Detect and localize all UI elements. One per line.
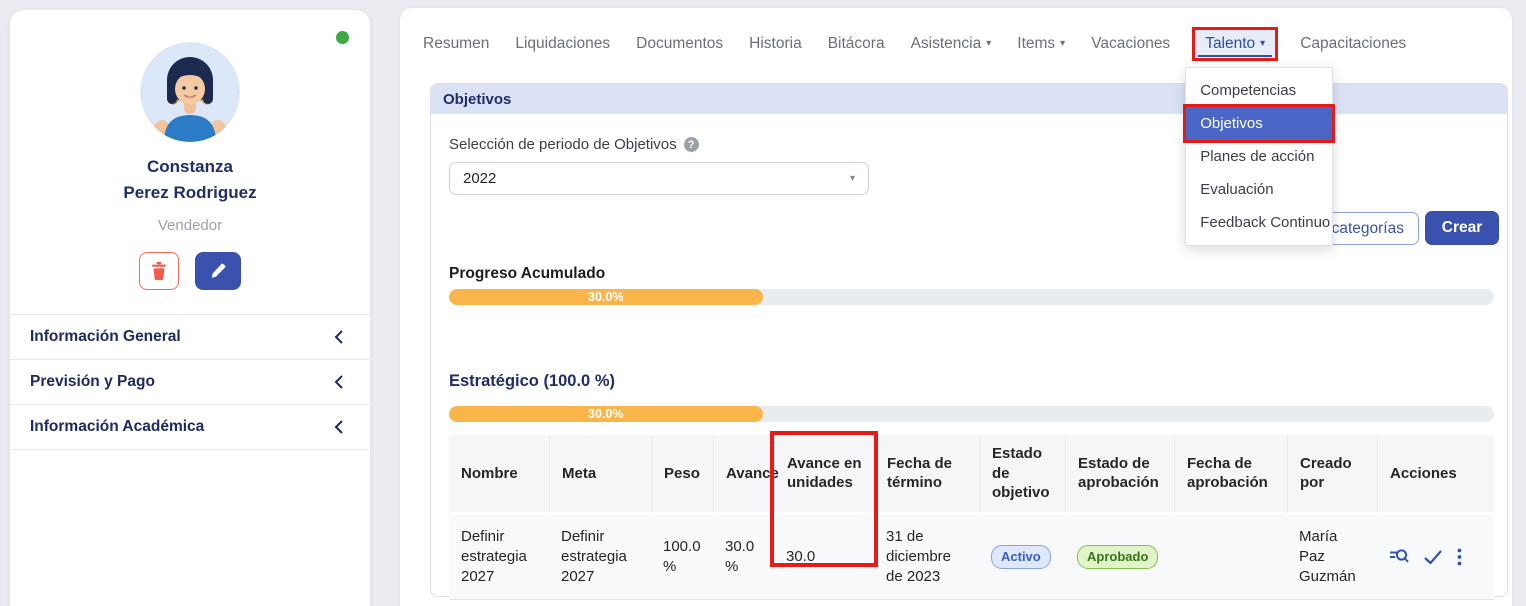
period-select[interactable]: 2022 ▾	[449, 162, 869, 195]
sidebar-item-label: Previsión y Pago	[30, 373, 155, 391]
avatar	[140, 42, 240, 142]
status-badge-aprobado: Aprobado	[1077, 545, 1158, 570]
caret-down-icon: ▾	[1260, 38, 1265, 49]
period-select-value: 2022	[463, 170, 496, 187]
period-select-label: Selección de periodo de Objetivos ?	[449, 136, 1507, 153]
estrategico-progress-bar: 30.0%	[449, 406, 1494, 422]
sidebar-item-prevision-y-pago[interactable]: Previsión y Pago	[10, 359, 370, 404]
profile-actions	[10, 252, 370, 290]
tab-items[interactable]: Items▾	[1016, 30, 1066, 58]
sidebar-sections: Información General Previsión y Pago Inf…	[10, 314, 370, 450]
employee-role: Vendedor	[10, 217, 370, 234]
cell-avance: 30.0 %	[713, 515, 774, 601]
cell-peso: 100.0 %	[651, 515, 713, 601]
menu-item-objetivos[interactable]: Objetivos	[1186, 107, 1332, 140]
sidebar-item-informacion-general[interactable]: Información General	[10, 314, 370, 359]
caret-down-icon: ▾	[986, 38, 991, 49]
chevron-left-icon	[334, 375, 344, 389]
chevron-left-icon	[334, 420, 344, 434]
trash-icon	[151, 262, 167, 280]
table-header-row: Nombre Meta Peso Avance Avance en unidad…	[449, 435, 1494, 515]
main-content-card: Resumen Liquidaciones Documentos Histori…	[400, 8, 1512, 606]
menu-item-evaluacion[interactable]: Evaluación	[1186, 173, 1332, 206]
sidebar-item-label: Información Académica	[30, 418, 204, 436]
kebab-menu-icon	[1457, 548, 1462, 566]
employee-first-name: Constanza	[10, 154, 370, 180]
sidebar-item-informacion-academica[interactable]: Información Académica	[10, 404, 370, 449]
check-icon	[1424, 550, 1442, 564]
tab-bitacora[interactable]: Bitácora	[827, 30, 886, 58]
tab-talento[interactable]: Talento▾ Competencias Objetivos Planes d…	[1195, 30, 1275, 58]
approve-objective-button[interactable]	[1424, 550, 1442, 564]
col-header-creado-por: Creado por	[1287, 435, 1377, 515]
panel-title: Objetivos	[431, 84, 1507, 114]
talento-dropdown-menu: Competencias Objetivos Planes de acción …	[1185, 67, 1333, 246]
tab-asistencia[interactable]: Asistencia▾	[910, 30, 993, 58]
tab-historia[interactable]: Historia	[748, 30, 803, 58]
create-objective-button[interactable]: Crear	[1425, 211, 1499, 245]
cell-nombre: Definir estrategia 2027	[449, 515, 549, 601]
pencil-icon	[210, 263, 226, 279]
status-badge-activo: Activo	[991, 545, 1051, 570]
col-header-avance-en-unidades: Avance en unidades	[774, 435, 874, 515]
more-options-button[interactable]	[1457, 548, 1462, 566]
delete-employee-button[interactable]	[139, 252, 179, 290]
edit-employee-button[interactable]	[195, 252, 241, 290]
col-header-estado-de-aprobacion: Estado de aprobación	[1065, 435, 1174, 515]
tab-bar: Resumen Liquidaciones Documentos Histori…	[400, 8, 1512, 58]
accumulated-progress-bar: 30.0%	[449, 289, 1494, 305]
tab-documentos[interactable]: Documentos	[635, 30, 724, 58]
tab-vacaciones[interactable]: Vacaciones	[1090, 30, 1171, 58]
estrategico-progress-fill: 30.0%	[449, 406, 763, 422]
col-header-estado-de-objetivo: Estado de objetivo	[979, 435, 1065, 515]
caret-down-icon: ▾	[1060, 38, 1065, 49]
employee-name: Constanza Perez Rodriguez	[10, 154, 370, 205]
chevron-left-icon	[334, 330, 344, 344]
menu-item-planes-de-accion[interactable]: Planes de acción	[1186, 140, 1332, 173]
sidebar-item-label: Información General	[30, 328, 181, 346]
col-header-nombre: Nombre	[449, 435, 549, 515]
cell-fecha-de-aprobacion	[1174, 515, 1287, 601]
col-header-meta: Meta	[549, 435, 651, 515]
col-header-acciones: Acciones	[1377, 435, 1494, 515]
estrategico-group-label: Estratégico (100.0 %)	[449, 372, 615, 391]
col-header-fecha-de-termino: Fecha de término	[874, 435, 979, 515]
employee-last-name: Perez Rodriguez	[10, 180, 370, 206]
avatar-illustration	[140, 42, 240, 142]
accumulated-progress-fill: 30.0%	[449, 289, 763, 305]
objetivos-panel: Objetivos Selección de periodo de Objeti…	[430, 83, 1508, 597]
preview-objective-button[interactable]	[1389, 548, 1409, 565]
cell-meta: Definir estrategia 2027	[549, 515, 651, 601]
menu-item-competencias[interactable]: Competencias	[1186, 74, 1332, 107]
search-list-icon	[1389, 548, 1409, 565]
tab-resumen[interactable]: Resumen	[422, 30, 490, 58]
menu-item-feedback-continuo[interactable]: Feedback Continuo	[1186, 206, 1332, 239]
accumulated-progress-label: Progreso Acumulado	[449, 265, 605, 283]
cell-creado-por: María Paz Guzmán	[1287, 515, 1377, 601]
objectives-table: Nombre Meta Peso Avance Avance en unidad…	[449, 435, 1494, 600]
cell-fecha-de-termino: 31 de diciembre de 2023	[874, 515, 979, 601]
tab-liquidaciones[interactable]: Liquidaciones	[514, 30, 611, 58]
cell-acciones	[1377, 515, 1494, 601]
col-header-fecha-de-aprobacion: Fecha de aprobación	[1174, 435, 1287, 515]
caret-down-icon: ▾	[850, 173, 855, 184]
tab-capacitaciones[interactable]: Capacitaciones	[1299, 30, 1407, 58]
cell-estado-de-objetivo: Activo	[979, 515, 1065, 601]
employee-profile-card: Constanza Perez Rodriguez Vendedor Infor…	[10, 10, 370, 606]
cell-estado-de-aprobacion: Aprobado	[1065, 515, 1174, 601]
online-status-dot	[336, 31, 349, 44]
table-row: Definir estrategia 2027 Definir estrateg…	[449, 515, 1494, 601]
help-icon[interactable]: ?	[684, 137, 699, 152]
cell-avance-en-unidades: 30.0	[774, 515, 874, 601]
col-header-peso: Peso	[651, 435, 713, 515]
col-header-avance: Avance	[713, 435, 774, 515]
